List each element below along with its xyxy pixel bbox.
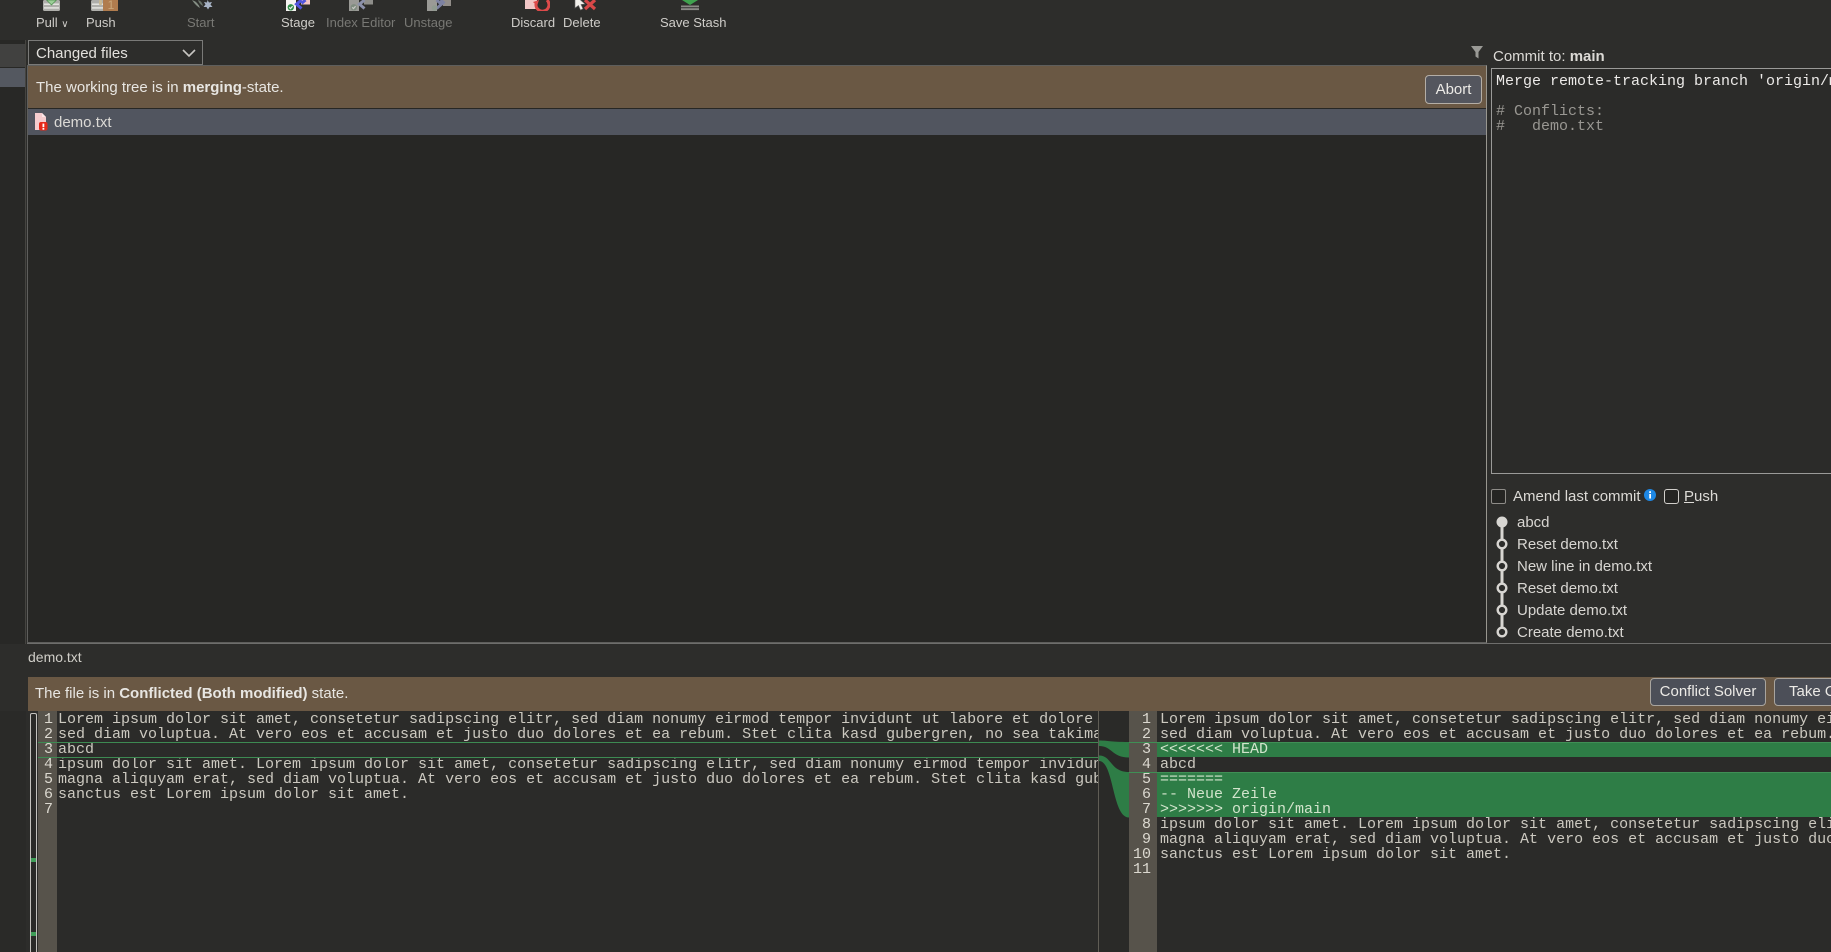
svg-text:1: 1 [108, 0, 115, 11]
